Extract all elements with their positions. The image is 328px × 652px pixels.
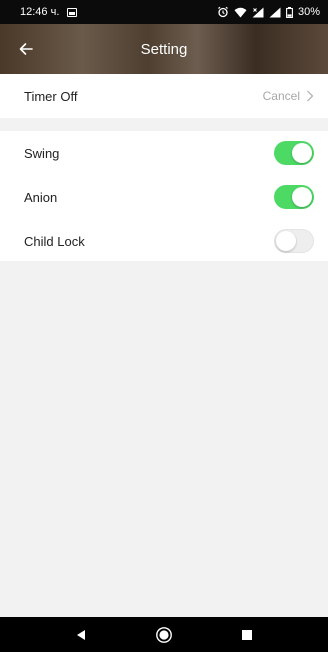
switch-row-child-lock: Child Lock	[0, 219, 328, 263]
child-lock-toggle[interactable]	[274, 229, 314, 253]
timer-off-label: Timer Off	[24, 88, 78, 104]
page-title: Setting	[140, 40, 188, 58]
alarm-icon	[218, 6, 228, 18]
header: Setting	[0, 24, 328, 74]
status-time: 12:46 ч.	[20, 6, 60, 18]
nav-home-button[interactable]	[152, 623, 176, 647]
switch-row-anion: Anion	[0, 175, 328, 219]
signal-icon	[269, 7, 281, 17]
chevron-right-icon	[307, 90, 314, 102]
triangle-back-icon	[77, 629, 86, 640]
timer-off-row[interactable]: Timer Off Cancel	[0, 74, 328, 118]
status-bar: 12:46 ч. 30%	[0, 0, 328, 24]
status-left: 12:46 ч.	[20, 6, 78, 18]
toggle-knob	[276, 231, 296, 251]
anion-label: Anion	[24, 189, 58, 205]
arrow-left-icon	[19, 43, 33, 55]
screen: 12:46 ч. 30% Setting Timer Off Cancel Sw…	[0, 0, 328, 652]
wifi-icon	[234, 7, 247, 17]
square-recent-icon	[241, 629, 252, 640]
battery-icon	[286, 6, 293, 18]
toggle-knob	[292, 187, 312, 207]
circle-home-icon	[156, 626, 172, 643]
timer-card: Timer Off Cancel	[0, 74, 328, 118]
switches-card: Swing Anion Child Lock	[0, 131, 328, 261]
switch-row-swing: Swing	[0, 131, 328, 175]
signal-x-icon	[252, 7, 264, 17]
navigation-bar	[0, 617, 328, 652]
swing-label: Swing	[24, 145, 60, 161]
child-lock-label: Child Lock	[24, 233, 85, 249]
nav-recent-button[interactable]	[235, 623, 259, 647]
timer-off-value: Cancel	[262, 89, 300, 103]
back-button[interactable]	[14, 37, 38, 61]
timer-off-value-group: Cancel	[263, 89, 314, 103]
swing-toggle[interactable]	[274, 141, 314, 165]
anion-toggle[interactable]	[274, 185, 314, 209]
status-right: 30%	[217, 6, 320, 18]
image-notification-icon	[67, 7, 78, 17]
battery-percent: 30%	[297, 6, 320, 18]
toggle-knob	[292, 143, 312, 163]
nav-back-button[interactable]	[69, 623, 93, 647]
